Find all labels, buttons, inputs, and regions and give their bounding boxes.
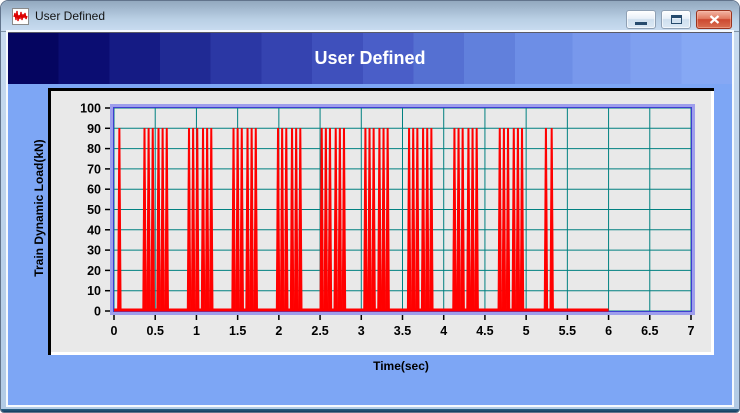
panel-frame-top — [48, 88, 714, 91]
x-axis-title: Time(sec) — [373, 359, 429, 373]
y-tick-label: 0 — [94, 305, 101, 319]
y-tick-label: 50 — [87, 203, 101, 217]
maximize-icon — [671, 15, 682, 24]
x-tick-label: 4.5 — [476, 324, 493, 338]
y-tick-label: 30 — [87, 244, 101, 258]
x-tick-label: 6.5 — [641, 324, 658, 338]
minimize-icon — [635, 22, 647, 25]
window-controls — [626, 10, 732, 29]
y-axis-title: Train Dynamic Load(kN) — [32, 139, 46, 276]
y-tick-label: 20 — [87, 264, 101, 278]
minimize-button[interactable] — [626, 10, 656, 29]
x-tick-label: 3.5 — [394, 324, 411, 338]
x-tick-label: 5 — [523, 324, 530, 338]
y-tick-label: 10 — [87, 284, 101, 298]
waveform-icon — [12, 8, 29, 25]
panel-frame-right — [711, 88, 714, 355]
window-body: User Defined Train Dynamic Load(kN) 0102… — [8, 32, 732, 405]
x-tick-label: 3 — [358, 324, 365, 338]
chart-title-banner: User Defined — [8, 32, 732, 84]
page-title: User Defined — [314, 48, 425, 69]
x-tick-label: 6 — [605, 324, 612, 338]
user-defined-window: User Defined User Defined Train Dynamic … — [0, 0, 740, 413]
x-tick-label: 0 — [111, 324, 118, 338]
x-tick-label: 7 — [688, 324, 695, 338]
close-icon — [709, 15, 720, 24]
x-tick-label: 0.5 — [147, 324, 164, 338]
close-button[interactable] — [696, 10, 732, 29]
panel-frame-bottom — [48, 352, 714, 355]
x-tick-label: 2.5 — [311, 324, 328, 338]
x-tick-label: 2 — [275, 324, 282, 338]
chart-panel: 0 10 20 30 40 50 60 70 80 90 100 0 0.5 1 1.5 2 2.5 3 3.5 4 4… — [48, 88, 714, 355]
x-tick-label: 1 — [193, 324, 200, 338]
x-tick-label: 4 — [440, 324, 447, 338]
y-tick-label: 80 — [87, 142, 101, 156]
y-tick-label: 60 — [87, 183, 101, 197]
x-tick-label: 1.5 — [229, 324, 246, 338]
titlebar[interactable]: User Defined — [1, 1, 739, 32]
y-tick-label: 90 — [87, 122, 101, 136]
panel-frame-left — [48, 88, 51, 355]
y-tick-label: 100 — [80, 102, 101, 116]
window-title: User Defined — [35, 9, 105, 23]
x-tick-label: 5.5 — [559, 324, 576, 338]
load-time-history-plot: 0 10 20 30 40 50 60 70 80 90 100 0 0.5 1 1.5 2 2.5 3 3.5 4 4… — [48, 88, 714, 355]
y-tick-label: 70 — [87, 162, 101, 176]
maximize-button[interactable] — [661, 10, 691, 29]
y-tick-label: 40 — [87, 223, 101, 237]
